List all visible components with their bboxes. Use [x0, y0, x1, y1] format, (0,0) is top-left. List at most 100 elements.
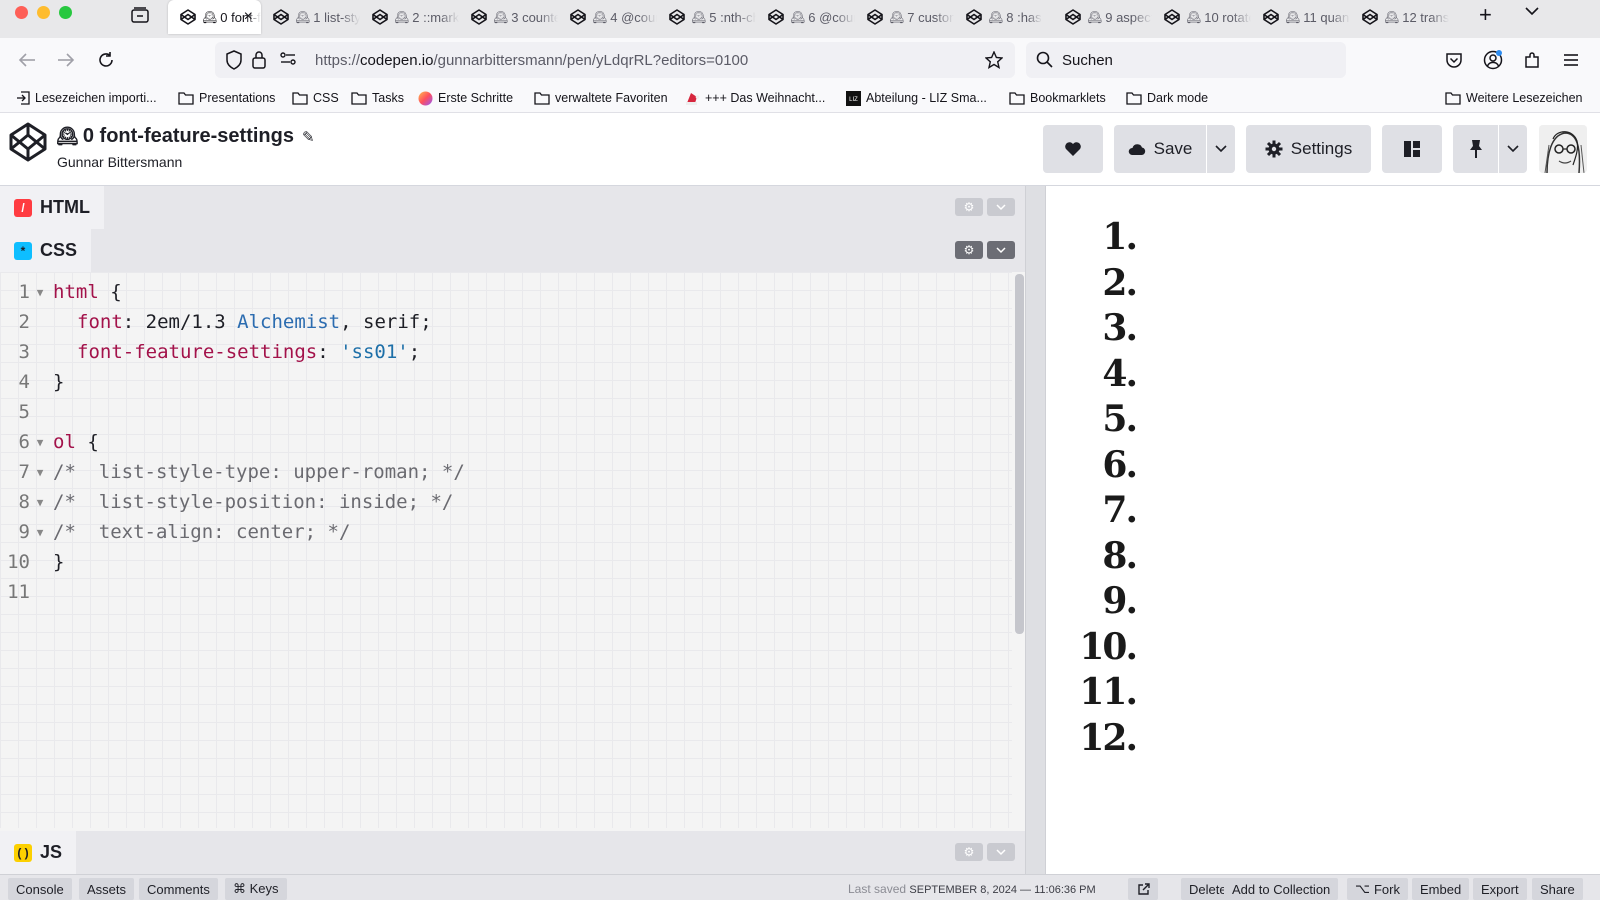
lock-icon[interactable]	[251, 50, 267, 75]
console-button[interactable]: Console	[8, 878, 72, 900]
mantelpiece-clock-icon: 🕰	[394, 10, 410, 24]
folder-icon	[292, 91, 308, 105]
bookmark-item[interactable]: Erste Schritte	[418, 89, 513, 107]
list-all-tabs-button[interactable]	[1525, 3, 1539, 21]
pocket-button[interactable]	[1443, 49, 1465, 71]
export-button[interactable]: Export	[1473, 878, 1527, 900]
keys-button[interactable]: ⌘ Keys	[225, 878, 287, 900]
bookmark-label: Lesezeichen importi...	[35, 91, 157, 105]
import-icon	[16, 91, 30, 105]
extensions-button[interactable]	[1521, 49, 1543, 71]
browser-tab[interactable]: 🕰0 font-feature-settings×	[168, 0, 261, 34]
html-editor-tab[interactable]: / HTML	[0, 186, 104, 229]
line-number-gutter-row: 3	[0, 337, 50, 367]
js-editor-tab[interactable]: ( ) JS	[0, 831, 77, 874]
like-button[interactable]	[1043, 125, 1103, 173]
bookmark-item[interactable]: Presentations	[178, 89, 275, 107]
css-editor-options-button[interactable]	[987, 241, 1015, 259]
result-preview: 1. 2. 3. 4. 5. 6. 7. 8. 9. 10. 11. 12.	[1046, 186, 1600, 874]
browser-tab[interactable]: 🕰1 list-style	[261, 0, 360, 34]
save-options-button[interactable]	[1207, 125, 1235, 173]
change-view-button[interactable]	[1382, 125, 1442, 173]
browser-tab[interactable]: 🕰6 @counter-style	[756, 0, 855, 34]
mantelpiece-clock-icon: 🕰	[56, 126, 79, 146]
mantelpiece-clock-icon: 🕰	[295, 10, 311, 24]
fold-arrow-icon[interactable]: ▼	[30, 526, 50, 539]
close-window-button[interactable]	[15, 6, 28, 19]
html-editor-settings-button[interactable]: ⚙	[955, 198, 983, 216]
bookmark-item[interactable]: CSS	[292, 89, 339, 107]
reload-button[interactable]	[95, 49, 117, 71]
html-editor-options-button[interactable]	[987, 198, 1015, 216]
pin-button[interactable]	[1453, 125, 1498, 173]
edit-title-pencil-icon[interactable]: ✎	[302, 128, 315, 146]
bookmark-item[interactable]: +++ Das Weihnacht...	[685, 89, 825, 107]
editor-preview-resizer[interactable]	[1025, 186, 1046, 874]
fork-button[interactable]: ⌥ Fork	[1347, 878, 1408, 900]
new-tab-button[interactable]: +	[1479, 2, 1492, 28]
codepen-favicon-icon	[1263, 9, 1279, 25]
fold-arrow-icon[interactable]: ▼	[30, 466, 50, 479]
forward-button[interactable]	[55, 49, 77, 71]
search-input[interactable]: Suchen	[1062, 52, 1113, 69]
embed-button[interactable]: Embed	[1412, 878, 1470, 900]
bookmark-item[interactable]: Dark mode	[1126, 89, 1208, 107]
browser-tab[interactable]: 🕰11 quantity	[1251, 0, 1350, 34]
browser-tab[interactable]: 🕰 9 aspect	[1053, 0, 1152, 34]
fold-arrow-icon[interactable]: ▼	[30, 286, 50, 299]
browser-tab[interactable]: 🕰 10 rotate	[1152, 0, 1251, 34]
pin-options-button[interactable]	[1499, 125, 1527, 173]
avatar[interactable]	[1539, 125, 1587, 173]
codepen-favicon-icon	[768, 9, 784, 25]
pen-author[interactable]: Gunnar Bittersmann	[57, 154, 182, 170]
minimize-window-button[interactable]	[37, 6, 50, 19]
browser-tab[interactable]: 🕰7 custom	[855, 0, 954, 34]
settings-button[interactable]: Settings	[1246, 125, 1371, 173]
app-menu-button[interactable]	[1560, 49, 1582, 71]
bookmark-item[interactable]: Bookmarklets	[1009, 89, 1106, 107]
open-external-button[interactable]	[1128, 878, 1158, 900]
js-editor-settings-button[interactable]: ⚙	[955, 843, 983, 861]
other-bookmarks-button[interactable]: Weitere Lesezeichen	[1445, 89, 1583, 107]
css-editor-tab[interactable]: * CSS	[0, 229, 92, 272]
back-button[interactable]	[16, 49, 38, 71]
address-bar[interactable]: https://codepen.io/gunnarbittersmann/pen…	[215, 42, 1015, 78]
css-editor-settings-button[interactable]: ⚙	[955, 241, 983, 259]
css-code-editor[interactable]: 1 ▼ 2 3 4 5 6 ▼ 7 ▼ 8 ▼ 9 ▼ 10 11 html { font: 2em/1.3 …	[0, 272, 1012, 828]
js-badge-icon: ( )	[14, 843, 32, 862]
add-to-collection-button[interactable]: Add to Collection	[1224, 878, 1339, 900]
zoom-window-button[interactable]	[59, 6, 72, 19]
search-bar[interactable]: Suchen	[1026, 42, 1346, 78]
fold-arrow-icon[interactable]: ▼	[30, 436, 50, 449]
firefox-view-icon[interactable]	[129, 4, 151, 26]
browser-tab[interactable]: 🕰4 @counter-style	[558, 0, 657, 34]
code-line-2: font: 2em/1.3 Alchemist, serif;	[77, 307, 432, 337]
browser-tab-label: 7 custom	[907, 9, 954, 25]
browser-tab[interactable]: 🕰 8 :has	[954, 0, 1053, 34]
tab-strip: 🕰0 font-feature-settings×🕰1 list-style🕰2…	[168, 0, 1449, 34]
css-editor-scrollbar[interactable]	[1015, 274, 1024, 634]
assets-button[interactable]: Assets	[79, 878, 135, 900]
comments-button[interactable]: Comments	[139, 878, 218, 900]
last-saved-timestamp: SEPTEMBER 8, 2024 — 11:06:36 PM	[909, 884, 1096, 896]
share-button[interactable]: Share	[1532, 878, 1583, 900]
bookmark-item[interactable]: LIZ Abteilung - LIZ Sma...	[846, 89, 987, 107]
browser-tab[interactable]: 🕰3 counter	[459, 0, 558, 34]
browser-tab[interactable]: 🕰5 :nth-child	[657, 0, 756, 34]
bookmark-item[interactable]: Lesezeichen importi...	[16, 89, 157, 107]
browser-tab[interactable]: 🕰12 transform	[1350, 0, 1449, 34]
bookmark-label: +++ Das Weihnacht...	[705, 91, 826, 105]
tracking-protection-shield-icon[interactable]	[225, 50, 243, 75]
bookmark-item[interactable]: verwaltete Favoriten	[534, 89, 668, 107]
fold-arrow-icon[interactable]: ▼	[30, 496, 50, 509]
close-tab-icon[interactable]: ×	[244, 8, 253, 26]
chevron-down-icon	[996, 203, 1006, 210]
account-button[interactable]	[1482, 49, 1504, 71]
bookmark-star-icon[interactable]	[984, 50, 1004, 74]
browser-tab[interactable]: 🕰2 ::marker	[360, 0, 459, 34]
bookmark-item[interactable]: Tasks	[351, 89, 404, 107]
js-editor-options-button[interactable]	[987, 843, 1015, 861]
permissions-icon[interactable]	[279, 50, 297, 73]
codepen-logo-icon[interactable]	[8, 121, 48, 168]
save-button[interactable]: Save	[1114, 125, 1206, 173]
